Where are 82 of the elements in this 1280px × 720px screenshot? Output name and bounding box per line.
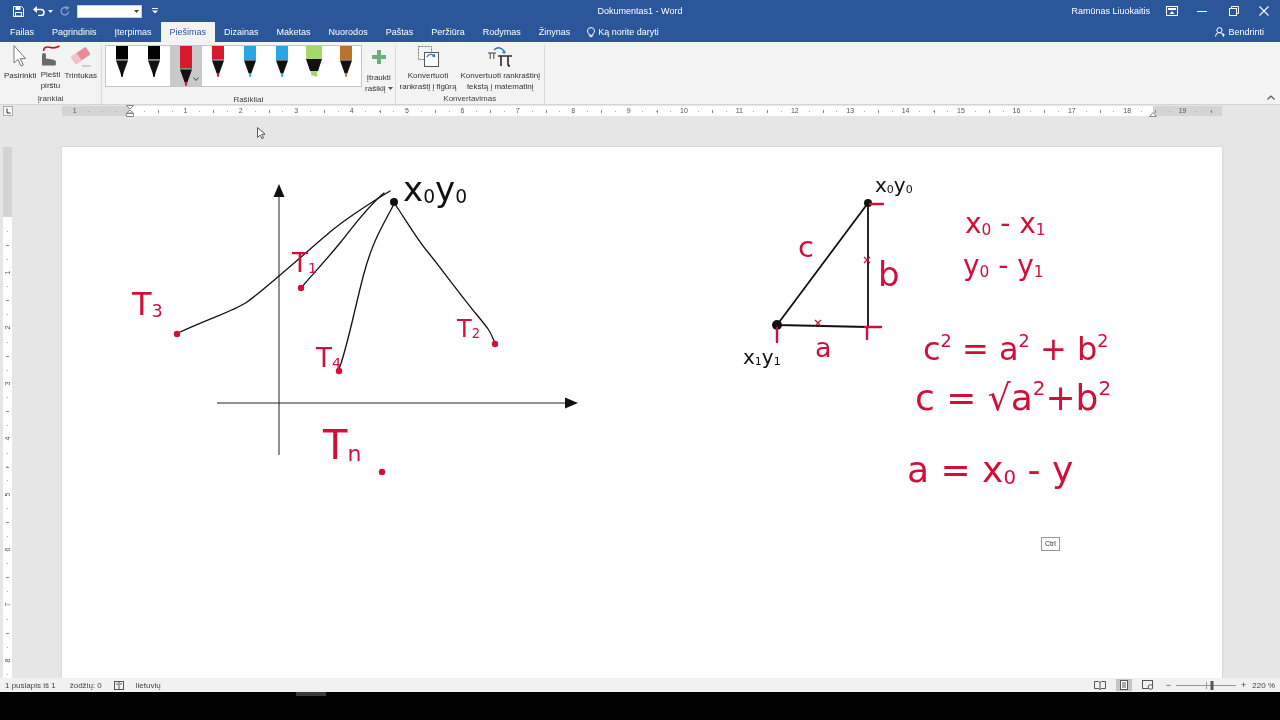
ribbon-tab[interactable]: Pagrindinis	[43, 22, 106, 42]
handwritten-formula: c$^{2}$ = a$^{2}$ + b$^{2}$	[923, 333, 1109, 366]
window-title: Dokumentas1 - Word	[597, 5, 683, 17]
handwritten-formula: c = √a$^{2}$+b$^{2}$	[915, 379, 1112, 416]
ribbon-tab[interactable]: Dizainas	[215, 22, 268, 42]
group-label: Įrankiai	[36, 93, 65, 104]
combo-field[interactable]	[77, 4, 142, 18]
tab-stop-icon[interactable]	[3, 106, 13, 116]
page-count: 1 puslapis iš 1	[5, 680, 56, 690]
customize-icon[interactable]	[152, 8, 158, 14]
redo-icon[interactable]	[60, 6, 70, 16]
tool-button[interactable]: Piešti pirštu	[38, 45, 63, 91]
zoom-in-button[interactable]: +	[1241, 679, 1247, 691]
view-button[interactable]	[1115, 679, 1132, 691]
plus-icon	[371, 50, 386, 64]
point-dot-icon	[390, 198, 398, 206]
mouse-pointer-icon	[257, 127, 265, 139]
lightbulb-icon	[587, 26, 596, 38]
read-mode-icon	[1093, 680, 1106, 690]
group-label: Konvertavimas	[442, 93, 498, 104]
caret-icon	[193, 77, 200, 81]
drag-handle[interactable]	[296, 692, 326, 696]
close-icon[interactable]	[1259, 6, 1269, 16]
slider-thumb[interactable]	[1210, 680, 1214, 690]
ribbon-tab[interactable]: Nuorodos	[319, 22, 377, 42]
point-dot-icon	[491, 340, 499, 348]
point-dot-icon	[378, 468, 386, 476]
handwritten-label: a	[815, 334, 832, 361]
pen-button[interactable]	[170, 46, 203, 86]
point-dot-icon	[864, 199, 872, 207]
point-dot-icon	[335, 367, 343, 375]
ink-tick-icon	[775, 326, 779, 344]
word-count: žodžių: 0	[69, 680, 102, 690]
group-label: Rašikliai	[232, 94, 265, 105]
point-dot-icon	[173, 330, 181, 338]
tell-me-button[interactable]: Ką norite daryti	[587, 22, 659, 42]
view-button[interactable]	[1139, 679, 1156, 691]
ribbon-display-icon[interactable]	[1166, 6, 1178, 16]
handwritten-label: c	[798, 233, 814, 262]
add-pen-button[interactable]: Įtraukti rašiklį	[365, 45, 393, 94]
ribbon-tab[interactable]: Maketas	[267, 22, 320, 42]
caret-icon	[134, 9, 139, 13]
person-icon	[1215, 27, 1226, 37]
convert-button[interactable]: Konvertuoti rankraštinį tekstą į matematinį	[458, 45, 543, 92]
web-layout-icon	[1141, 680, 1154, 690]
ink-tick-icon	[863, 325, 883, 341]
share-button[interactable]: Bendrinti	[1215, 22, 1264, 42]
cross-mark-icon	[814, 319, 822, 327]
caret-icon[interactable]	[48, 9, 53, 13]
ink-tick-icon	[868, 202, 885, 206]
zoom-out-button[interactable]: −	[1165, 679, 1172, 691]
language-label[interactable]: lietuvių	[135, 680, 161, 690]
convert-button[interactable]: Konvertuoti rankraštį į figūrą	[397, 45, 459, 92]
cross-mark-icon	[863, 256, 871, 264]
handwritten-formula: a = x$_{0}$ - y	[907, 452, 1074, 488]
convert-shape-icon	[416, 45, 439, 67]
tool-button[interactable]: Pasirinkti	[2, 45, 39, 81]
indent-marker-icon[interactable]	[126, 105, 134, 117]
undo-icon[interactable]	[33, 6, 45, 16]
restore-icon[interactable]	[1229, 6, 1239, 16]
pointer-icon	[13, 45, 28, 67]
zoom-level[interactable]: 220 %	[1252, 680, 1275, 690]
view-button[interactable]	[1091, 679, 1108, 691]
caret-icon	[387, 87, 393, 91]
finger-icon	[40, 45, 61, 66]
pi-symbol-icon	[487, 45, 514, 67]
handwritten-label: b	[878, 257, 900, 291]
ribbon-tab[interactable]: Peržiūra	[422, 22, 474, 42]
book-icon[interactable]	[113, 680, 124, 690]
print-layout-icon	[1117, 680, 1130, 690]
ribbon-tab[interactable]: Žinynas	[529, 22, 580, 42]
ribbon-tab[interactable]: Paštas	[376, 22, 423, 42]
point-dot-icon	[297, 284, 305, 292]
ribbon-tab[interactable]: Piešimas	[160, 22, 216, 42]
save-icon[interactable]	[13, 5, 24, 17]
ribbon-tab[interactable]: Įterpimas	[105, 22, 161, 42]
ribbon-tab[interactable]: Failas	[1, 22, 43, 42]
tool-button[interactable]: Trintukas	[62, 45, 100, 81]
point-dot-icon	[772, 320, 782, 330]
collapse-icon[interactable]	[1267, 95, 1275, 100]
user-name: Ramūnas Liuokaitis	[1071, 5, 1150, 17]
ribbon-tab[interactable]: Rodymas	[473, 22, 530, 42]
